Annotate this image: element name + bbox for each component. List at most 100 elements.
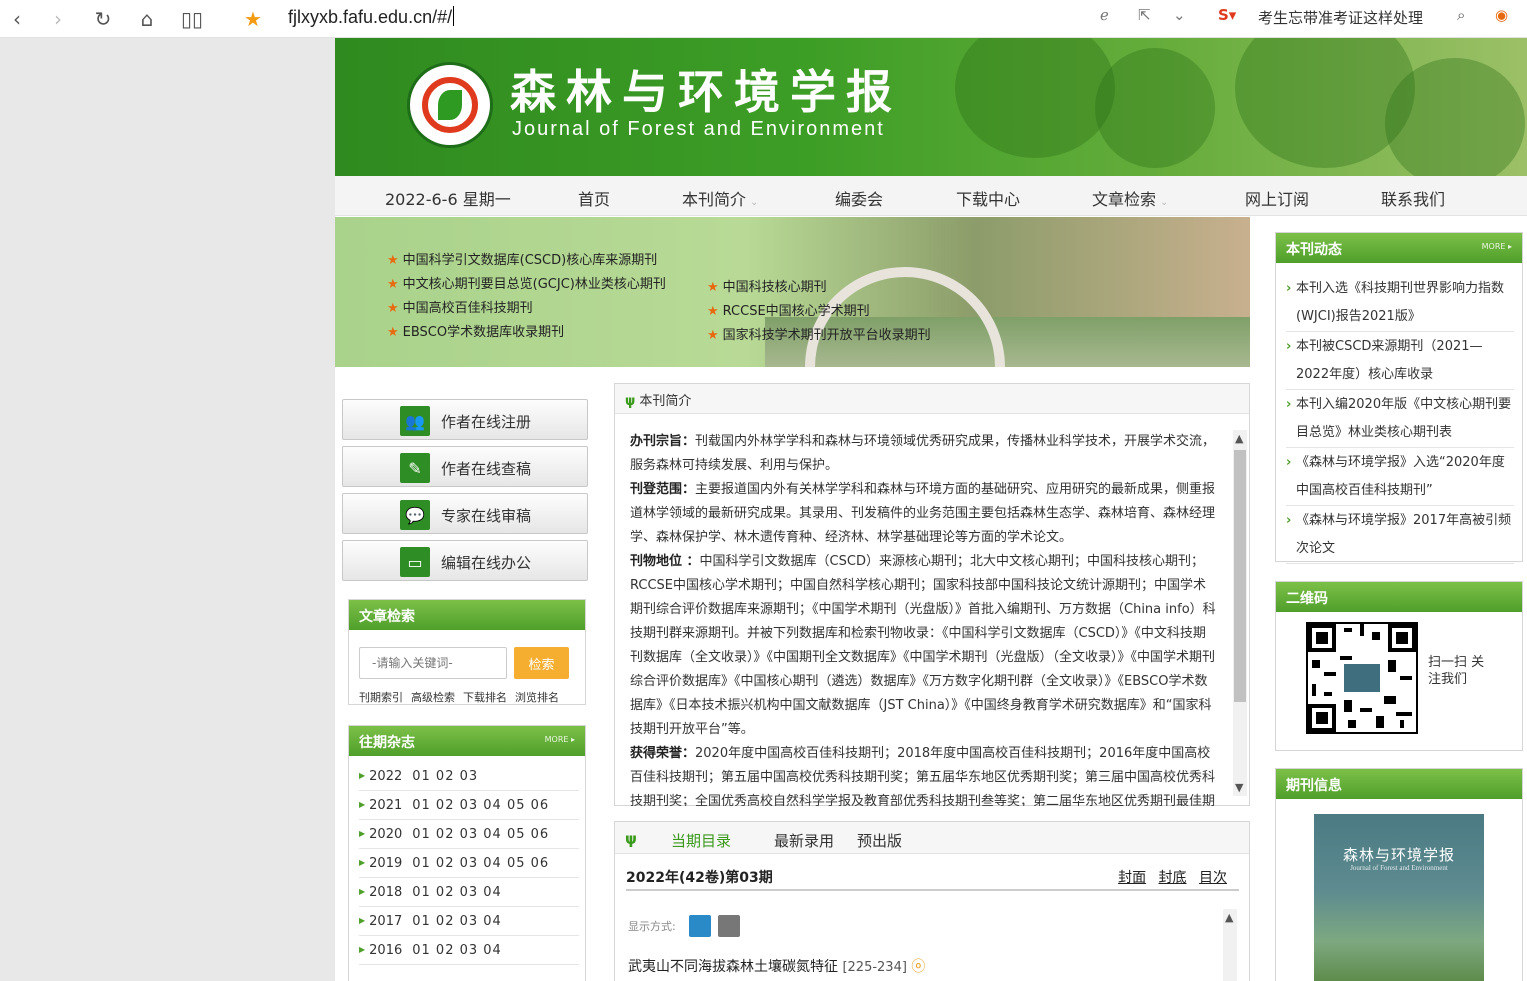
nav-article-search[interactable]: 文章检索 ⌄ xyxy=(1092,186,1168,210)
nav-downloads[interactable]: 下载中心 xyxy=(956,186,1020,210)
share-icon[interactable]: ⇱ xyxy=(1138,6,1151,24)
search-panel-title: 文章检索 xyxy=(349,600,585,630)
nav-contact[interactable]: 联系我们 xyxy=(1381,186,1445,210)
archive-year-row[interactable]: ▶ 2021 01 02 03 04 05 06 xyxy=(359,791,579,820)
triangle-icon: ▶ xyxy=(359,916,366,925)
journal-info-panel: 期刊信息 森林与环境学报 Journal of Forest and Envir… xyxy=(1275,768,1523,981)
university-logo xyxy=(407,62,493,148)
image-view-icon[interactable] xyxy=(718,915,740,937)
nav-home[interactable]: 首页 xyxy=(578,186,610,210)
back-cover-link[interactable]: 封底 xyxy=(1159,870,1187,886)
star-icon: ★ xyxy=(387,277,399,292)
compat-icon[interactable]: ℯ xyxy=(1100,6,1109,24)
archive-panel-title: 往期杂志 MORE ▸ xyxy=(349,726,585,756)
keyword-input[interactable] xyxy=(359,647,507,679)
archive-year-row[interactable]: ▶ 2018 01 02 03 04 xyxy=(359,878,579,907)
sprout-icon: ψ xyxy=(625,830,637,848)
more-link[interactable]: MORE ▸ xyxy=(545,735,575,744)
news-item[interactable]: 《森林与环境学报》入选“2020年度中国高校百佳科技期刊” xyxy=(1286,449,1514,506)
site-title: 森林与环境学报 xyxy=(510,65,902,119)
current-issue-panel: ψ 当期目录 最新录用 预出版 2022年(42卷)第03期 封面 封底 目次 … xyxy=(614,821,1250,981)
search-panel: 文章检索 检索 刊期索引 高级检索 下载排名 浏览排名 xyxy=(348,599,586,705)
news-item[interactable]: 本刊入编2020年版《中文核心期刊要目总览》林业类核心期刊表 xyxy=(1286,391,1514,448)
address-bar[interactable]: fjlxyxb.fafu.edu.cn/#/ xyxy=(288,6,454,28)
star-icon: ★ xyxy=(387,301,399,316)
nav-about[interactable]: 本刊简介 ⌄ xyxy=(682,186,758,210)
search-button[interactable]: 检索 xyxy=(514,647,569,679)
news-item[interactable]: 《森林与环境学报》2017年高被引频次论文 xyxy=(1286,507,1514,564)
cover-link[interactable]: 封面 xyxy=(1118,870,1146,886)
journal-site: 森林与环境学报 Journal of Forest and Environmen… xyxy=(335,38,1527,981)
archive-year-row[interactable]: ▶ 2017 01 02 03 04 xyxy=(359,907,579,936)
archive-year-row[interactable]: ▶ 2020 01 02 03 04 05 06 xyxy=(359,820,579,849)
link-view-rank[interactable]: 浏览排名 xyxy=(515,689,559,705)
news-item[interactable]: 本刊入选《科技期刊世界影响力指数(WJCI)报告2021版》 xyxy=(1286,275,1514,332)
triangle-icon: ▶ xyxy=(359,887,366,896)
main-nav: 2022-6-6 星期一 首页 本刊简介 ⌄ 编委会 下载中心 文章检索 ⌄ 网上订… xyxy=(335,176,1527,216)
tab-latest-accepted[interactable]: 最新录用 xyxy=(774,830,834,851)
intro-scrollbar[interactable]: ▲ ▼ xyxy=(1233,430,1247,796)
archive-panel: 往期杂志 MORE ▸ ▶ 2022 01 02 03 ▶ 2021 01 02 03 0… xyxy=(348,725,586,981)
nav-editorial-board[interactable]: 编委会 xyxy=(835,186,883,210)
edit-icon: ✎ xyxy=(400,453,430,483)
link-advanced-search[interactable]: 高级检索 xyxy=(411,689,455,705)
reload-icon[interactable]: ↻ xyxy=(88,4,118,34)
link-download-rank[interactable]: 下载排名 xyxy=(463,689,507,705)
tab-preprint[interactable]: 预出版 xyxy=(857,830,902,851)
home-icon[interactable]: ⌂ xyxy=(132,4,162,34)
sprout-icon: ψ xyxy=(625,394,636,409)
triangle-icon: ▶ xyxy=(359,858,366,867)
triangle-icon: ▶ xyxy=(359,771,366,780)
chevron-down-icon: ⌄ xyxy=(1160,197,1169,208)
intro-panel-header: ψ 本刊简介 xyxy=(615,384,1249,414)
news-item[interactable]: 本刊被CSCD来源期刊（2021—2022年度）核心库收录 xyxy=(1286,333,1514,390)
search-icon[interactable]: ⌕ xyxy=(1457,6,1465,24)
users-icon: 👥 xyxy=(400,406,430,436)
more-link[interactable]: MORE ▸ xyxy=(1482,242,1512,251)
author-query-button[interactable]: ✎ 作者在线查稿 xyxy=(342,446,588,487)
hero-honor: ★ 中国高校百佳科技期刊 xyxy=(387,301,533,316)
qrcode-caption: 扫一扫 关注我们 xyxy=(1428,655,1485,687)
scroll-thumb[interactable] xyxy=(1234,450,1246,702)
forward-icon[interactable]: › xyxy=(43,4,73,34)
list-view-icon[interactable] xyxy=(689,915,711,937)
link-issue-index[interactable]: 刊期索引 xyxy=(359,689,403,705)
archive-year-row[interactable]: ▶ 2019 01 02 03 04 05 06 xyxy=(359,849,579,878)
hero-honor: ★ 国家科技学术期刊开放平台收录期刊 xyxy=(707,328,931,343)
laptop-icon: ▭ xyxy=(400,547,430,577)
chevron-down-icon[interactable]: ⌄ xyxy=(1173,6,1186,24)
star-icon: ★ xyxy=(387,253,399,268)
issue-links: 封面 封底 目次 xyxy=(1110,867,1227,887)
star-icon: ★ xyxy=(387,325,399,340)
scroll-up-icon: ▲ xyxy=(1225,911,1234,924)
hero-honor: ★ 中国科技核心期刊 xyxy=(707,280,827,295)
star-icon: ★ xyxy=(707,280,719,295)
browser-search-box[interactable]: 考生忘带准考证这样处理 xyxy=(1258,7,1423,28)
news-panel-title: 本刊动态 MORE ▸ xyxy=(1276,233,1522,263)
author-register-button[interactable]: 👥 作者在线注册 xyxy=(342,399,588,440)
lock-icon: ⓞ xyxy=(911,959,926,975)
bookmark-star-icon[interactable]: ★ xyxy=(238,4,268,34)
archive-year-row[interactable]: ▶ 2016 01 02 03 04 xyxy=(359,936,579,965)
nav-date: 2022-6-6 星期一 xyxy=(385,190,511,209)
intro-text: 办刊宗旨：刊载国内外林学学科和森林与环境领域优秀研究成果，传播林业科学技术，开展… xyxy=(630,434,1216,806)
divider xyxy=(626,889,1239,891)
journal-cover-image[interactable]: 森林与环境学报 Journal of Forest and Environmen… xyxy=(1314,814,1484,981)
page-background xyxy=(0,38,335,981)
article-link[interactable]: 武夷山不同海拔森林土壤碳氮特征 [225-234] ⓞ xyxy=(628,956,925,976)
search-engine-icon[interactable]: S▾ xyxy=(1218,6,1236,24)
tab-current-issue[interactable]: 当期目录 xyxy=(671,830,731,851)
issue-scrollbar[interactable]: ▲ xyxy=(1223,909,1237,981)
editor-office-button[interactable]: ▭ 编辑在线办公 xyxy=(342,540,588,581)
issue-tabs: ψ 当期目录 最新录用 预出版 xyxy=(615,822,1249,854)
nav-subscribe[interactable]: 网上订阅 xyxy=(1245,186,1309,210)
toc-link[interactable]: 目次 xyxy=(1199,870,1227,886)
chat-icon: 💬 xyxy=(400,500,430,530)
back-icon[interactable]: ‹ xyxy=(2,4,32,34)
reader-icon[interactable]: ▯▯ xyxy=(177,4,207,34)
game-icon[interactable]: ◉ xyxy=(1495,6,1508,24)
archive-year-row[interactable]: ▶ 2022 01 02 03 xyxy=(359,762,579,791)
journal-info-title: 期刊信息 xyxy=(1276,769,1522,799)
site-subtitle: Journal of Forest and Environment xyxy=(512,118,885,140)
expert-review-button[interactable]: 💬 专家在线审稿 xyxy=(342,493,588,534)
